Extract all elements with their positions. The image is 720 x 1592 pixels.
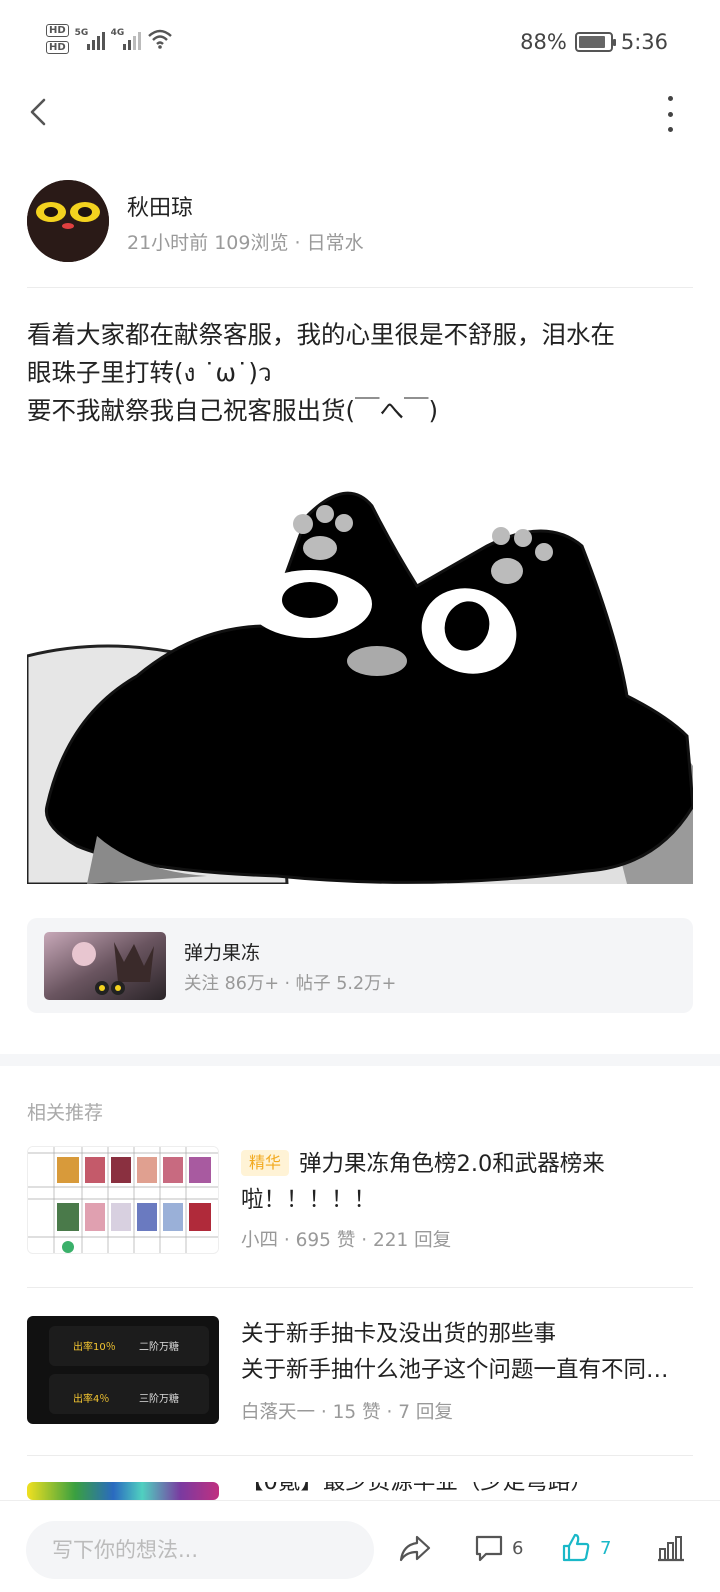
more-dot-icon: [667, 127, 673, 132]
like-count: 7: [600, 1537, 612, 1559]
bar-chart-icon: [658, 1536, 684, 1562]
signal-icon: 4G: [111, 28, 141, 50]
featured-badge: 精华: [241, 1150, 290, 1176]
divider: [27, 1455, 693, 1456]
share-button[interactable]: [398, 1523, 432, 1573]
section-separator: [0, 1054, 720, 1066]
forum-card[interactable]: 弹力果冻 关注 86万+ · 帖子 5.2万+: [27, 918, 693, 1013]
forum-stats: 关注 86万+ · 帖子 5.2万+: [184, 974, 397, 994]
author-name[interactable]: 秋田琼: [127, 190, 193, 222]
post-line: 看着大家都在献祭客服，我的心里很是不舒服，泪水在: [27, 320, 615, 349]
like-button[interactable]: 7: [560, 1523, 611, 1573]
comment-input[interactable]: [26, 1521, 374, 1579]
divider: [27, 287, 693, 288]
stats-button[interactable]: [654, 1523, 686, 1573]
share-icon: [399, 1535, 431, 1562]
post-title: 精华 弹力果冻角色榜2.0和武器榜来 啦！！！！！: [241, 1150, 605, 1213]
post-thumbnail: 出率10％ 二阶万糖 出率4％ 三阶万糖: [27, 1316, 219, 1424]
black-cat-sticker-image: [27, 476, 693, 884]
post-line: 要不我献祭我自己祝客服出货(￣へ￣): [27, 396, 439, 425]
related-section-title: 相关推荐: [27, 1102, 104, 1124]
avatar[interactable]: [27, 180, 109, 262]
more-dot-icon: [667, 96, 673, 101]
post-image[interactable]: [27, 476, 693, 884]
post-stats: 小四 · 695 赞 · 221 回复: [241, 1230, 452, 1251]
post-thumbnail: [27, 1482, 219, 1500]
post-line: 眼珠子里打转(ง ˙ω˙)ว: [27, 358, 272, 387]
bottom-action-bar: 6 7: [0, 1500, 720, 1592]
more-menu-button[interactable]: [660, 96, 680, 132]
forum-thumbnail: [44, 932, 166, 1000]
wifi-icon: [147, 29, 172, 49]
forum-name: 弹力果冻: [184, 942, 261, 964]
divider: [27, 1287, 693, 1288]
comment-button[interactable]: 6: [474, 1523, 523, 1573]
list-item[interactable]: 出率10％ 二阶万糖 出率4％ 三阶万糖 关于新手抽卡及没出货的那些事 关于新手…: [27, 1316, 693, 1426]
status-bar: HD HD 5G 4G 88% 5:36: [0, 0, 720, 88]
clock: 5:36: [620, 30, 668, 54]
chevron-left-icon: [30, 98, 46, 126]
list-item[interactable]: 精华 弹力果冻角色榜2.0和武器榜来 啦！！！！！ 小四 · 695 赞 · 22…: [27, 1146, 693, 1260]
list-item[interactable]: 【0氪】最少资源毕业（少走弯路）: [27, 1482, 693, 1500]
signal-icon: 5G: [75, 28, 105, 50]
thumbs-up-icon: [562, 1533, 590, 1562]
post-thumbnail: [27, 1146, 219, 1254]
post-stats: 白落天一 · 15 赞 · 7 回复: [241, 1402, 453, 1423]
hd-icon: HD: [46, 24, 69, 37]
comment-count: 6: [512, 1537, 524, 1559]
battery-percent: 88%: [520, 30, 567, 54]
post-content: 看着大家都在献祭客服，我的心里很是不舒服，泪水在 眼珠子里打转(ง ˙ω˙)ว …: [27, 316, 697, 430]
post-title: 【0氪】最少资源毕业（少走弯路）: [241, 1482, 593, 1495]
post-title: 关于新手抽卡及没出货的那些事 关于新手抽什么池子这个问题一直有不同…: [241, 1321, 669, 1383]
hd-icon: HD: [46, 41, 69, 54]
battery-icon: [574, 32, 616, 52]
back-button[interactable]: [22, 92, 62, 132]
more-dot-icon: [667, 111, 673, 117]
post-meta: 21小时前 109浏览 · 日常水: [127, 232, 364, 254]
comment-icon: [475, 1535, 503, 1562]
